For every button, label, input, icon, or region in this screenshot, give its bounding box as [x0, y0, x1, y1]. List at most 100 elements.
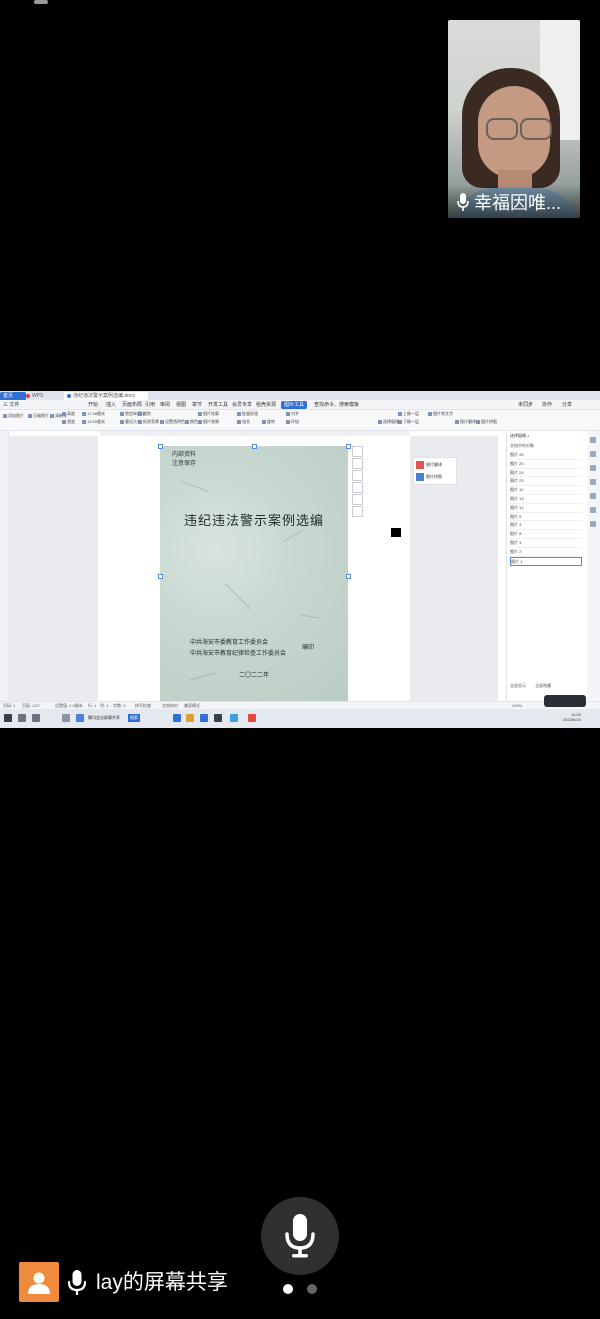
- meeting-control-widget[interactable]: [544, 695, 586, 707]
- list-item[interactable]: 图片 26: [510, 451, 582, 460]
- menu-share[interactable]: 分享: [562, 401, 572, 409]
- participant-video-tile[interactable]: 幸福因唯...: [448, 20, 580, 218]
- menu-insert[interactable]: 插入: [106, 401, 116, 409]
- translate-label: 图片翻译: [426, 462, 442, 467]
- ribbon-send-backward[interactable]: 下移一层: [398, 419, 419, 424]
- menu-search[interactable]: 查找命令、搜索模板: [314, 401, 359, 409]
- cover-year: 二〇二二年: [238, 672, 269, 679]
- ribbon-color[interactable]: 颜色: [185, 419, 198, 424]
- crop-icon[interactable]: [352, 470, 363, 481]
- menu-collab[interactable]: 协作: [542, 401, 552, 409]
- taskbar-clock[interactable]: 11:02 2022/6/24: [563, 712, 581, 722]
- menu-developer[interactable]: 开发工具: [208, 401, 228, 409]
- menu-review[interactable]: 审阅: [160, 401, 170, 409]
- resize-handle[interactable]: [346, 574, 351, 579]
- folder-icon[interactable]: [186, 714, 194, 722]
- ribbon-height-value[interactable]: 17.98厘米: [82, 411, 105, 416]
- menu-layout[interactable]: 页面布局: [122, 401, 142, 409]
- selection-pane-list: 图片 26 图片 25 图片 24 图片 23 图片 12 图片 13 图片 1…: [510, 451, 582, 567]
- resize-handle[interactable]: [346, 444, 351, 449]
- resize-handle[interactable]: [252, 444, 257, 449]
- ribbon-transparent[interactable]: 设置透明色: [160, 419, 185, 424]
- shared-screen[interactable]: 首页 WPS 违纪违法警示案例选编.docx 三 文件 开始 插入 页面布局 引…: [0, 391, 600, 728]
- picture-icon[interactable]: [352, 494, 363, 505]
- ribbon-bring-forward[interactable]: 上移一层: [398, 411, 419, 416]
- ribbon-align[interactable]: 对齐: [286, 411, 299, 416]
- menu-start[interactable]: 开始: [88, 401, 98, 409]
- windows-start-icon[interactable]: [4, 714, 12, 722]
- ribbon-compress[interactable]: 压缩图片: [28, 413, 49, 418]
- copy-icon[interactable]: [352, 482, 363, 493]
- task-view-icon[interactable]: [32, 714, 40, 722]
- tab-document[interactable]: 违纪违法警示案例选编.docx: [64, 392, 148, 400]
- list-item[interactable]: 图片 24: [510, 469, 582, 478]
- menu-sync[interactable]: 未同步: [518, 401, 533, 409]
- sidebar-icon[interactable]: [590, 451, 596, 457]
- list-item[interactable]: 图片 13: [510, 495, 582, 504]
- app-icon[interactable]: [214, 714, 222, 722]
- ribbon-crop[interactable]: 裁剪: [138, 411, 151, 416]
- menu-references[interactable]: 引用: [145, 401, 155, 409]
- menu-chapter[interactable]: 章节: [192, 401, 202, 409]
- ribbon-add-picture[interactable]: 添加图片: [3, 413, 24, 418]
- list-item[interactable]: 图片 3: [510, 539, 582, 548]
- sidebar-icon[interactable]: [590, 493, 596, 499]
- resize-handle[interactable]: [158, 444, 163, 449]
- sidebar-icon[interactable]: [590, 521, 596, 527]
- hide-all-button[interactable]: 全部隐藏: [535, 683, 551, 688]
- menu-file[interactable]: 三 文件: [3, 401, 19, 409]
- list-item[interactable]: 图片 25: [510, 460, 582, 469]
- sidebar-icon[interactable]: [590, 479, 596, 485]
- chrome-icon[interactable]: [230, 714, 238, 722]
- list-item[interactable]: 图片 9: [510, 513, 582, 522]
- taskbar-app-label[interactable]: 腾讯会议屏幕共享: [88, 714, 120, 722]
- avatar: [19, 1262, 59, 1302]
- page-dot-active[interactable]: [283, 1284, 293, 1294]
- taskbar-search-label[interactable]: 搜索: [128, 714, 140, 722]
- sidebar-icon[interactable]: [590, 437, 596, 443]
- menu-picture-tools[interactable]: 图片工具: [281, 401, 308, 409]
- list-item[interactable]: 图片 2: [510, 548, 582, 557]
- cover-image[interactable]: 内部资料 注意保存 违纪违法警示案例选编 中共海安市委教育工作委员会 中共海安市…: [160, 446, 348, 705]
- wps-icon[interactable]: [248, 714, 256, 722]
- microphone-button[interactable]: [261, 1197, 339, 1275]
- list-item[interactable]: 图片 11: [510, 504, 582, 513]
- puzzle-button[interactable]: 图片拼图: [416, 472, 442, 482]
- resize-handle[interactable]: [158, 574, 163, 579]
- ribbon-translate[interactable]: 图片翻译: [455, 419, 476, 424]
- ribbon-effect[interactable]: 图片效果: [198, 419, 219, 424]
- layout-icon[interactable]: [352, 446, 363, 457]
- list-item[interactable]: 图片 8: [510, 530, 582, 539]
- menu-view[interactable]: 视图: [176, 401, 186, 409]
- list-item[interactable]: 图片 12: [510, 486, 582, 495]
- selection-pane-title: 选择窗格 ×: [510, 433, 530, 438]
- ribbon-selection-pane[interactable]: 选择窗格: [378, 419, 399, 424]
- ribbon-width-value[interactable]: 13.50厘米: [82, 419, 105, 424]
- list-item[interactable]: 图片 4: [510, 521, 582, 531]
- ribbon-batch[interactable]: 批量处理: [237, 411, 258, 416]
- tab-wps[interactable]: WPS: [23, 392, 59, 400]
- ribbon-remove-bg[interactable]: 抠除背景: [138, 419, 159, 424]
- translate-button[interactable]: 图片翻译: [416, 460, 442, 470]
- ribbon-group[interactable]: 组合: [237, 419, 250, 424]
- ribbon-wrap[interactable]: 环绕: [286, 419, 299, 424]
- list-item[interactable]: 图片 23: [510, 477, 582, 487]
- page-dot[interactable]: [307, 1284, 317, 1294]
- ribbon-puzzle[interactable]: 图片拼图: [476, 419, 497, 424]
- list-item-selected[interactable]: 图片 1: [510, 556, 582, 567]
- search-icon[interactable]: [18, 714, 26, 722]
- taskbar-app-icon[interactable]: [62, 714, 70, 722]
- ribbon-rotate[interactable]: 旋转: [262, 419, 275, 424]
- menu-member[interactable]: 会员专享: [232, 401, 252, 409]
- menu-docer[interactable]: 稻壳资源: [256, 401, 276, 409]
- sidebar-icon[interactable]: [590, 465, 596, 471]
- ribbon-outline[interactable]: 图片轮廓: [198, 411, 219, 416]
- show-all-button[interactable]: 全部显示: [510, 683, 526, 688]
- ribbon-ocr[interactable]: 图片转文字: [428, 411, 453, 416]
- more-icon[interactable]: [352, 506, 363, 517]
- zoom-icon[interactable]: [352, 458, 363, 469]
- edge-icon[interactable]: [200, 714, 208, 722]
- sidebar-icon[interactable]: [590, 507, 596, 513]
- meeting-app-icon[interactable]: [76, 714, 84, 722]
- browser-icon[interactable]: [173, 714, 181, 722]
